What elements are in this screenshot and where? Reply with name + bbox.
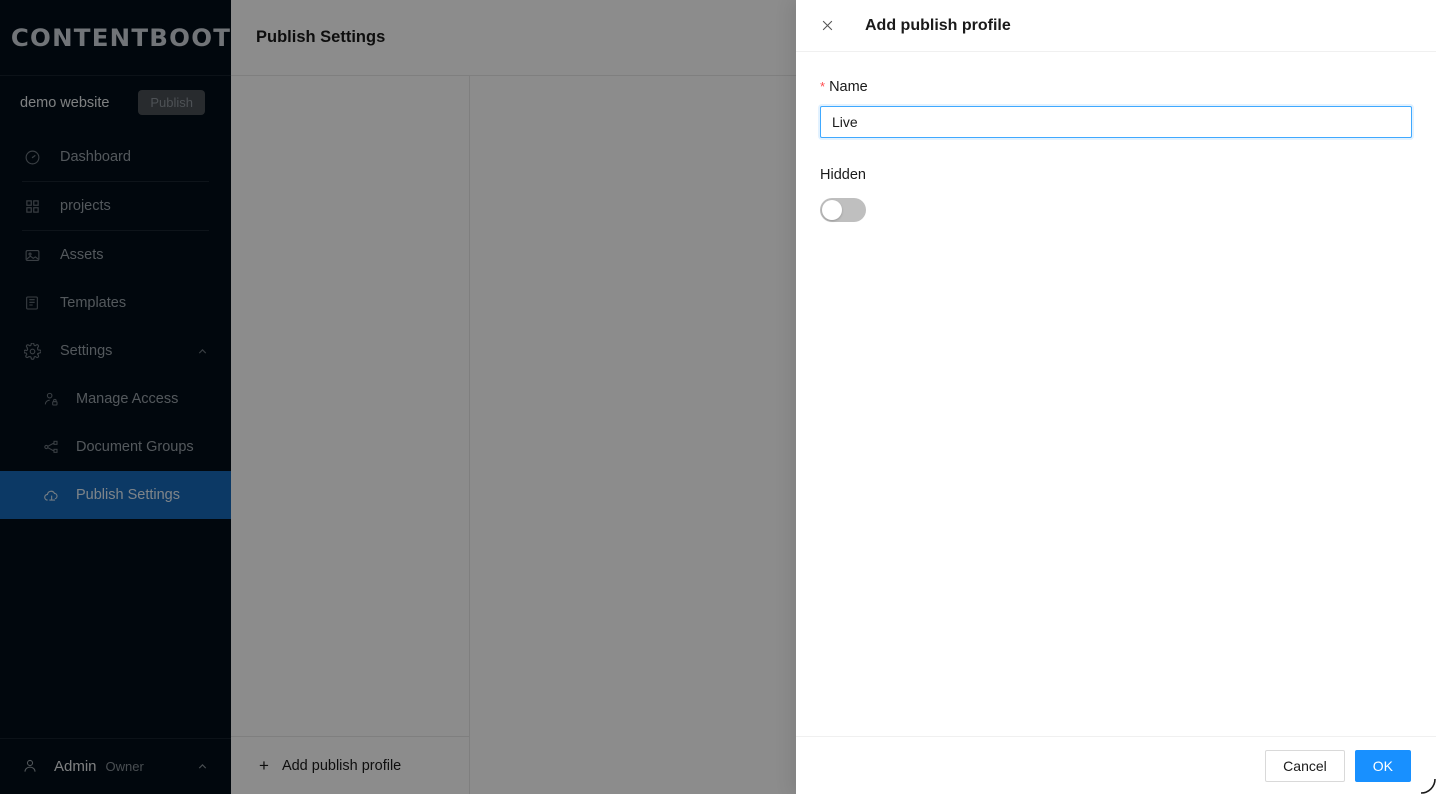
ok-button[interactable]: OK: [1354, 749, 1411, 782]
drawer-header: Add publish profile: [796, 0, 1436, 52]
toggle-knob: [822, 200, 842, 220]
name-field-group: * Name: [820, 78, 1412, 138]
name-field-label: * Name: [820, 79, 868, 95]
drawer-title: Add publish profile: [865, 16, 1011, 34]
drawer-body: *Name Hidden: [796, 52, 1436, 736]
hidden-field-group: Hidden: [820, 166, 1412, 222]
name-label-text: Name: [829, 79, 868, 95]
hidden-field-label: Hidden: [820, 167, 866, 183]
drawer-footer: Cancel OK: [796, 736, 1436, 794]
required-marker: *: [820, 79, 826, 94]
cancel-button[interactable]: Cancel: [1265, 749, 1345, 782]
hidden-toggle[interactable]: [820, 198, 866, 222]
app-root: CONTENTBOOT demo website Publish Dashboa…: [0, 0, 1436, 794]
add-publish-profile-drawer: Add publish profile *Name Hidden Cancel …: [796, 0, 1436, 794]
name-input[interactable]: [820, 106, 1412, 138]
close-icon[interactable]: [820, 18, 836, 34]
resize-corner-handle[interactable]: [1418, 776, 1436, 794]
